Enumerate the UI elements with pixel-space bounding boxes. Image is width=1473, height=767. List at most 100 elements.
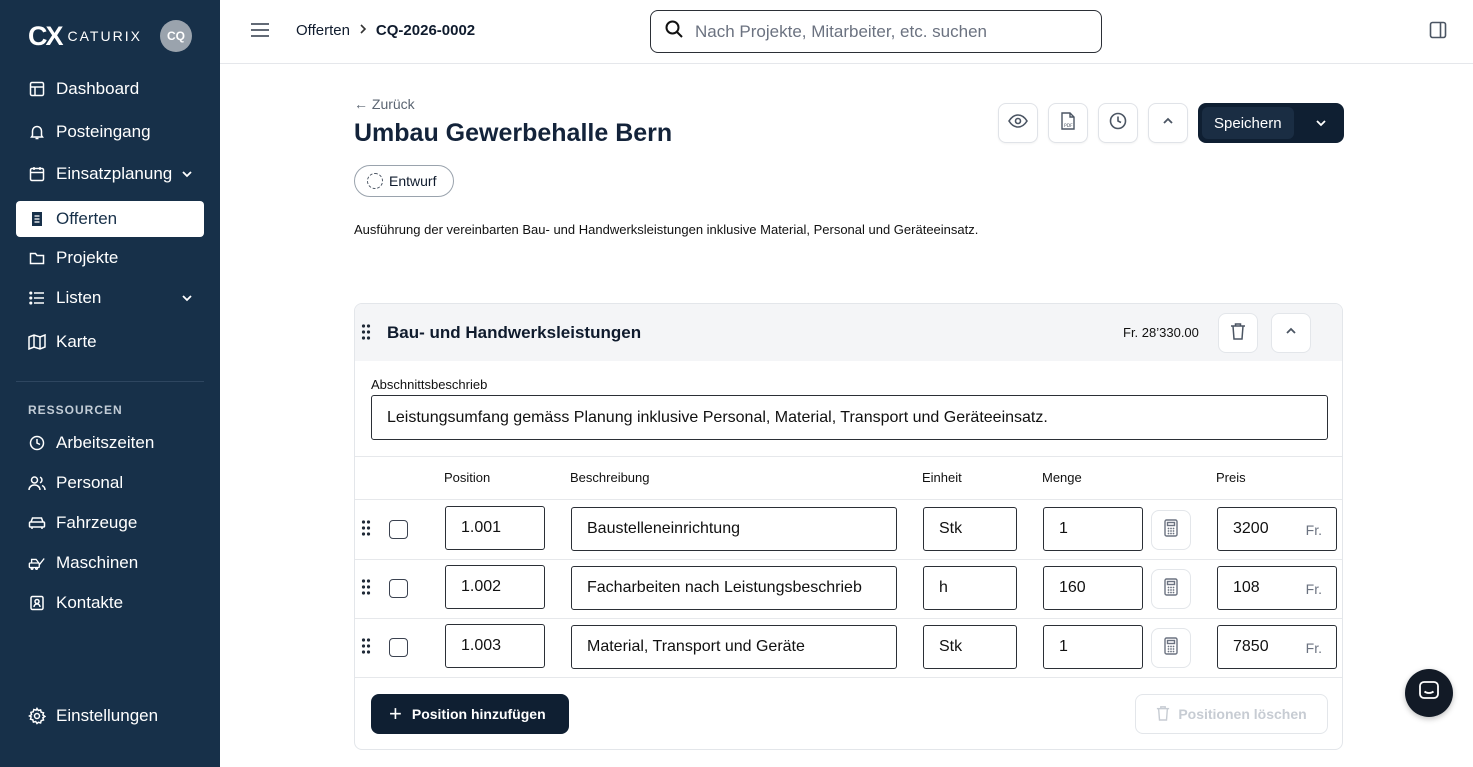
price-field[interactable]: Fr. [1217,507,1337,551]
sidebar-item-label: Einstellungen [56,706,159,725]
column-header-quantity: Menge [1042,470,1082,485]
map-icon [28,333,46,351]
save-button[interactable]: Speichern [1198,103,1344,143]
price-input[interactable] [1233,520,1293,538]
row-checkbox[interactable] [389,520,408,539]
app-logo[interactable]: CX CATURIX [28,21,142,51]
quantity-input[interactable] [1043,625,1143,669]
chevron-down-icon[interactable] [180,166,194,186]
calculator-button[interactable] [1151,628,1191,668]
sidebar-item-maschinen[interactable]: Maschinen [16,545,204,581]
chat-icon [1418,680,1440,707]
pdf-icon: PDF [1060,111,1076,135]
description-input[interactable] [571,625,897,669]
sidebar-item-fahrzeuge[interactable]: Fahrzeuge [16,505,204,541]
sidebar-item-einstellungen[interactable]: Einstellungen [16,698,204,734]
sidebar-item-label: Karte [56,332,97,351]
breadcrumb-offerten[interactable]: Offerten [296,22,350,39]
search-box[interactable] [650,10,1102,53]
dashboard-icon [28,80,46,98]
clock-icon [1109,112,1127,135]
calculator-button[interactable] [1151,510,1191,550]
chevron-right-icon [358,22,368,39]
row-checkbox[interactable] [389,579,408,598]
divider [355,456,1342,457]
column-header-description: Beschreibung [570,470,650,485]
description-input[interactable] [571,566,897,610]
avatar[interactable]: CQ [160,20,192,52]
panel-toggle-icon[interactable] [1429,21,1447,44]
status-badge[interactable]: Entwurf [354,165,454,197]
currency-label: Fr. [1305,581,1322,597]
breadcrumb: Offerten CQ-2026-0002 [296,22,475,39]
price-field[interactable]: Fr. [1217,625,1337,669]
trash-icon [1230,322,1246,345]
add-position-button[interactable]: + Position hinzufügen [371,694,569,734]
sidebar-item-personal[interactable]: Personal [16,465,204,501]
drag-handle-icon[interactable] [361,579,371,600]
quantity-input[interactable] [1043,566,1143,610]
chevron-down-icon[interactable] [1314,116,1328,135]
price-field[interactable]: Fr. [1217,566,1337,610]
document-icon [28,210,46,228]
column-header-unit: Einheit [922,470,962,485]
sidebar-item-label: Maschinen [56,553,139,572]
unit-input[interactable] [923,625,1017,669]
delete-positions-button[interactable]: Positionen löschen [1135,694,1328,734]
section-total: Fr. 28’330.00 [1123,325,1199,340]
delete-positions-label: Positionen löschen [1178,706,1307,722]
sidebar-item-karte[interactable]: Karte [16,324,204,360]
calculator-icon [1164,577,1178,601]
chat-launcher-button[interactable] [1405,669,1453,717]
section-label-ressourcen: RESSOURCEN [28,403,123,417]
column-header-price: Preis [1216,470,1246,485]
delete-section-button[interactable] [1218,313,1258,353]
search-input[interactable] [695,21,1075,42]
drag-handle-icon[interactable] [361,638,371,659]
sidebar-item-einsatzplanung[interactable]: Einsatzplanung [16,156,204,192]
position-input[interactable] [445,565,545,609]
calculator-icon [1164,636,1178,660]
drag-handle-icon[interactable] [361,324,371,345]
row-checkbox[interactable] [389,638,408,657]
quantity-input[interactable] [1043,507,1143,551]
sidebar-item-label: Dashboard [56,79,140,98]
back-link[interactable]: ← Zurück [354,96,415,112]
chevron-up-icon [1161,114,1175,133]
section-description-input[interactable] [371,395,1328,440]
position-input[interactable] [445,624,545,668]
menu-icon[interactable] [250,22,270,43]
pdf-button[interactable]: PDF [1048,103,1088,143]
sidebar-item-kontakte[interactable]: Kontakte [16,585,204,621]
history-button[interactable] [1098,103,1138,143]
position-input[interactable] [445,506,545,550]
car-icon [28,514,46,532]
sidebar-item-arbeitszeiten[interactable]: Arbeitszeiten [16,425,204,461]
sidebar-item-offerten[interactable]: Offerten [16,201,204,237]
calendar-icon [28,165,46,183]
collapse-section-button[interactable] [1271,313,1311,353]
calculator-button[interactable] [1151,569,1191,609]
price-input[interactable] [1233,579,1293,597]
section-header: Bau- und Handwerksleistungen Fr. 28’330.… [355,304,1342,361]
page-title: Umbau Gewerbehalle Bern [354,119,673,147]
divider [355,677,1342,678]
unit-input[interactable] [923,507,1017,551]
sidebar-item-projekte[interactable]: Projekte [16,240,204,276]
save-label[interactable]: Speichern [1202,107,1294,139]
chevron-down-icon[interactable] [180,290,194,310]
collapse-all-button[interactable] [1148,103,1188,143]
contact-icon [28,594,46,612]
logo-text: CATURIX [67,28,142,44]
sidebar-item-label: Einsatzplanung [56,164,173,183]
price-input[interactable] [1233,638,1293,656]
sidebar-item-listen[interactable]: Listen [16,280,204,316]
unit-input[interactable] [923,566,1017,610]
drag-handle-icon[interactable] [361,520,371,541]
sidebar-item-dashboard[interactable]: Dashboard [16,71,204,107]
preview-button[interactable] [998,103,1038,143]
sidebar-divider [16,381,204,382]
breadcrumb-current: CQ-2026-0002 [375,22,476,39]
sidebar-item-posteingang[interactable]: Posteingang [16,114,204,150]
description-input[interactable] [571,507,897,551]
